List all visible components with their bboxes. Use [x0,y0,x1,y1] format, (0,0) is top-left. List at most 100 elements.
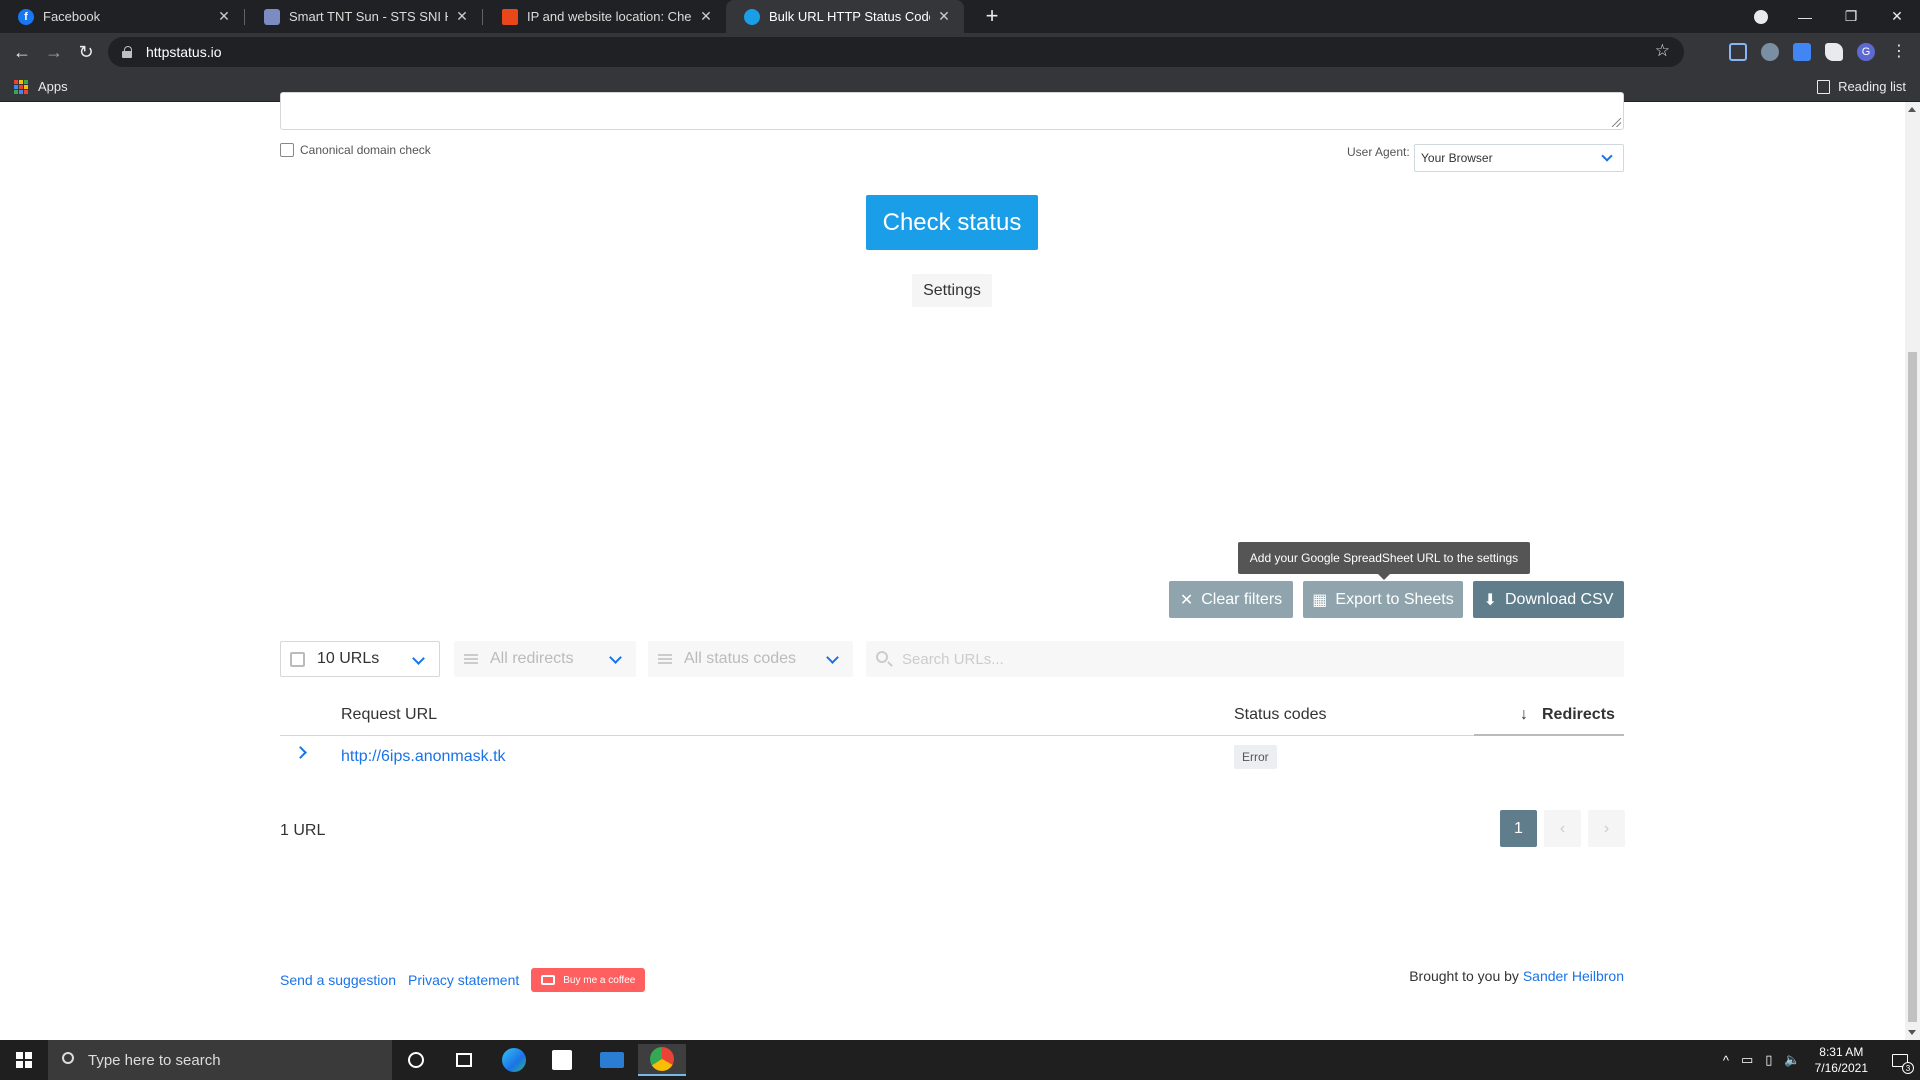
facebook-icon: f [18,8,34,25]
user-agent-select[interactable]: Your Browser [1414,144,1624,172]
sort-arrow-icon[interactable]: ↓ [1520,706,1528,724]
puzzle-icon[interactable] [1825,43,1843,61]
clear-filters-button[interactable]: ✕ Clear filters [1169,581,1293,618]
close-window-icon[interactable]: ✕ [1874,0,1920,33]
chevron-down-icon [826,651,839,664]
canonical-domain-check[interactable]: Canonical domain check [280,143,431,157]
chrome-icon[interactable] [638,1044,686,1076]
page-content: Canonical domain check User Agent: Your … [0,92,1905,1040]
tab-search-icon[interactable] [1738,0,1784,33]
taskbar-search[interactable]: Type here to search [48,1040,392,1080]
check-status-button[interactable]: Check status [866,195,1038,250]
close-icon[interactable]: ✕ [936,8,952,25]
reading-list[interactable]: Reading list [1817,79,1906,94]
mail-icon[interactable] [588,1044,636,1076]
clock-date: 7/16/2021 [1814,1061,1868,1075]
send-suggestion-link[interactable]: Send a suggestion [280,972,396,988]
tab-httpstatus[interactable]: Bulk URL HTTP Status Code, Hea ✕ [726,0,964,33]
ip-location-icon [502,8,518,25]
new-tab-button[interactable]: + [978,3,1006,31]
bookmark-star-icon[interactable]: ☆ [1655,41,1670,61]
header-status-codes[interactable]: Status codes [1234,706,1327,724]
apps-label: Apps [38,79,68,94]
prev-page-button[interactable]: ‹ [1544,810,1581,847]
next-page-button[interactable]: › [1588,810,1625,847]
reload-icon[interactable]: ↻ [72,38,100,66]
back-icon[interactable]: ← [8,38,36,66]
network-icon[interactable]: ▭ [1741,1052,1753,1068]
status-codes-filter[interactable]: All status codes [648,641,853,677]
export-tooltip: Add your Google SpreadSheet URL to the s… [1238,542,1530,580]
clock[interactable]: 8:31 AM 7/16/2021 [1815,1044,1868,1076]
redirects-filter[interactable]: All redirects [454,641,636,677]
table-header: Request URL Status codes ↓ Redirects [280,694,1624,736]
tab-facebook[interactable]: f Facebook ✕ [0,0,244,33]
reading-list-label: Reading list [1838,79,1906,94]
forward-icon[interactable]: → [40,38,68,66]
extension-icon[interactable] [1761,43,1779,61]
task-view-icon[interactable] [440,1044,488,1076]
coffee-cup-icon [541,975,556,985]
status-badge: Error [1234,745,1277,769]
chevron-up-icon[interactable]: ^ [1723,1053,1729,1068]
tab-ip-location[interactable]: IP and website location: Check ho ✕ [484,0,726,33]
chevron-down-icon [412,652,425,665]
status-codes-filter-value: All status codes [684,650,797,667]
page-scrollbar[interactable] [1905,102,1920,1040]
header-request-url[interactable]: Request URL [341,706,437,724]
tab-smart-tnt[interactable]: Smart TNT Sun - STS SNI Host | F ✕ [246,0,482,33]
url-count: 1 URL [280,822,326,839]
avatar[interactable]: G [1857,43,1875,61]
header-redirects[interactable]: Redirects [1542,706,1615,724]
author-link[interactable]: Sander Heilbron [1523,968,1624,984]
scroll-up-icon[interactable] [1908,107,1916,112]
urls-per-page-select[interactable]: 10 URLs [280,641,440,677]
close-icon[interactable]: ✕ [698,8,714,25]
url-textarea[interactable] [280,92,1624,130]
privacy-statement-link[interactable]: Privacy statement [408,972,519,988]
footer-credit: Brought to you by Sander Heilbron [1409,968,1624,984]
start-button[interactable] [0,1040,48,1080]
notification-count: 3 [1902,1062,1914,1074]
edge-icon[interactable] [490,1044,538,1076]
tab-title: Smart TNT Sun - STS SNI Host | F [289,9,448,24]
apps-shortcut[interactable]: Apps [14,79,68,94]
filter-icon [464,654,478,664]
download-icon: ⬇ [1483,591,1497,609]
taskbar-search-placeholder: Type here to search [88,1051,221,1069]
extension-icon[interactable] [1729,43,1747,61]
close-icon[interactable]: ✕ [454,8,470,25]
request-url-link[interactable]: http://6ips.anonmask.tk [341,748,506,766]
coffee-label: Buy me a coffee [563,974,636,986]
cortana-icon[interactable] [392,1044,440,1076]
battery-icon[interactable]: ▯ [1765,1052,1772,1068]
chevron-right-icon[interactable] [294,746,307,759]
page-1-button[interactable]: 1 [1500,810,1537,847]
close-icon[interactable]: ✕ [216,8,232,25]
minimize-icon[interactable]: — [1782,0,1828,33]
browser-toolbar: ← → ↻ httpstatus.io ☆ G ⋮ [0,33,1920,71]
sheets-icon: ▦ [1312,591,1328,609]
scroll-down-icon[interactable] [1908,1030,1916,1035]
buy-me-coffee-button[interactable]: Buy me a coffee [531,968,646,992]
user-agent-label: User Agent: [1347,145,1410,159]
volume-icon[interactable]: 🔈 [1784,1052,1800,1068]
restore-icon[interactable]: ❐ [1828,0,1874,33]
address-bar[interactable]: httpstatus.io ☆ [108,37,1684,67]
scrollbar-thumb[interactable] [1908,352,1917,1022]
notifications-button[interactable]: 3 [1880,1040,1920,1080]
search-placeholder: Search URLs... [902,650,1004,668]
export-to-sheets-button[interactable]: ▦ Export to Sheets [1303,581,1463,618]
translate-icon[interactable] [1793,43,1811,61]
user-agent-value: Your Browser [1421,151,1493,165]
menu-dots-icon[interactable]: ⋮ [1890,43,1908,61]
chevron-down-icon [609,651,622,664]
store-icon[interactable] [538,1044,586,1076]
checkbox[interactable] [280,143,294,157]
export-sheets-label: Export to Sheets [1335,590,1454,608]
download-csv-button[interactable]: ⬇ Download CSV [1473,581,1624,618]
search-urls-input[interactable]: Search URLs... [866,641,1624,677]
settings-button[interactable]: Settings [912,274,992,307]
address-text: httpstatus.io [146,44,222,60]
resize-handle-icon[interactable] [1612,118,1621,127]
